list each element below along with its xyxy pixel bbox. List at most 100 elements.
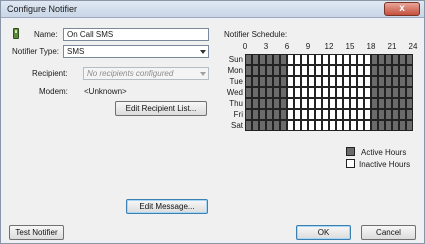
schedule-cell[interactable] [245,54,252,65]
schedule-cell[interactable] [322,76,329,87]
schedule-cell[interactable] [392,87,399,98]
notifier-type-select[interactable]: SMS [63,45,209,58]
schedule-cell[interactable] [301,76,308,87]
schedule-cell[interactable] [364,87,371,98]
schedule-cell[interactable] [245,87,252,98]
schedule-cell[interactable] [308,120,315,131]
schedule-cell[interactable] [301,120,308,131]
schedule-cell[interactable] [273,87,280,98]
schedule-cell[interactable] [399,76,406,87]
schedule-cell[interactable] [357,87,364,98]
schedule-cell[interactable] [273,120,280,131]
schedule-cell[interactable] [406,98,413,109]
schedule-cell[interactable] [343,120,350,131]
schedule-cell[interactable] [280,87,287,98]
schedule-cell[interactable] [329,87,336,98]
schedule-cell[interactable] [406,65,413,76]
schedule-cell[interactable] [343,98,350,109]
schedule-cell[interactable] [245,76,252,87]
schedule-cell[interactable] [315,109,322,120]
schedule-cell[interactable] [245,109,252,120]
schedule-cell[interactable] [301,109,308,120]
schedule-cell[interactable] [350,120,357,131]
schedule-cell[interactable] [266,65,273,76]
schedule-cell[interactable] [392,54,399,65]
schedule-cell[interactable] [287,65,294,76]
schedule-cell[interactable] [406,54,413,65]
schedule-cell[interactable] [385,87,392,98]
schedule-cell[interactable] [357,98,364,109]
schedule-cell[interactable] [399,109,406,120]
schedule-cell[interactable] [294,76,301,87]
schedule-cell[interactable] [357,65,364,76]
schedule-cell[interactable] [280,76,287,87]
schedule-cell[interactable] [371,109,378,120]
schedule-cell[interactable] [385,109,392,120]
schedule-cell[interactable] [385,120,392,131]
cancel-button[interactable]: Cancel [361,225,416,240]
schedule-cell[interactable] [371,98,378,109]
schedule-cell[interactable] [322,65,329,76]
schedule-cell[interactable] [245,65,252,76]
schedule-cell[interactable] [329,76,336,87]
schedule-cell[interactable] [378,109,385,120]
schedule-cell[interactable] [308,109,315,120]
schedule-cell[interactable] [371,120,378,131]
schedule-cell[interactable] [315,87,322,98]
schedule-cell[interactable] [378,87,385,98]
schedule-cell[interactable] [259,54,266,65]
schedule-cell[interactable] [294,109,301,120]
schedule-cell[interactable] [385,76,392,87]
schedule-cell[interactable] [287,98,294,109]
schedule-cell[interactable] [357,120,364,131]
schedule-cell[interactable] [322,98,329,109]
schedule-cell[interactable] [336,65,343,76]
schedule-cell[interactable] [371,87,378,98]
schedule-cell[interactable] [336,109,343,120]
schedule-cell[interactable] [294,120,301,131]
schedule-cell[interactable] [392,109,399,120]
schedule-cell[interactable] [245,120,252,131]
schedule-cell[interactable] [364,109,371,120]
schedule-cell[interactable] [392,98,399,109]
schedule-cell[interactable] [280,65,287,76]
schedule-cell[interactable] [357,109,364,120]
schedule-cell[interactable] [364,65,371,76]
schedule-cell[interactable] [259,98,266,109]
schedule-cell[interactable] [364,76,371,87]
schedule-cell[interactable] [322,109,329,120]
schedule-cell[interactable] [252,76,259,87]
schedule-cell[interactable] [315,65,322,76]
schedule-cell[interactable] [399,65,406,76]
schedule-cell[interactable] [287,109,294,120]
schedule-cell[interactable] [406,109,413,120]
schedule-cell[interactable] [252,87,259,98]
schedule-cell[interactable] [294,54,301,65]
schedule-cell[interactable] [336,54,343,65]
schedule-cell[interactable] [329,109,336,120]
schedule-cell[interactable] [294,87,301,98]
schedule-cell[interactable] [322,120,329,131]
schedule-cell[interactable] [343,109,350,120]
schedule-cell[interactable] [392,65,399,76]
schedule-cell[interactable] [294,98,301,109]
schedule-cell[interactable] [245,98,252,109]
schedule-cell[interactable] [329,120,336,131]
schedule-cell[interactable] [406,87,413,98]
schedule-cell[interactable] [308,98,315,109]
schedule-cell[interactable] [378,120,385,131]
schedule-cell[interactable] [343,76,350,87]
schedule-cell[interactable] [273,54,280,65]
schedule-cell[interactable] [301,65,308,76]
schedule-cell[interactable] [280,98,287,109]
schedule-cell[interactable] [308,76,315,87]
schedule-cell[interactable] [273,65,280,76]
schedule-cell[interactable] [259,120,266,131]
schedule-cell[interactable] [343,87,350,98]
schedule-cell[interactable] [406,76,413,87]
schedule-cell[interactable] [336,120,343,131]
schedule-cell[interactable] [315,120,322,131]
schedule-cell[interactable] [252,109,259,120]
schedule-cell[interactable] [322,87,329,98]
schedule-cell[interactable] [287,76,294,87]
